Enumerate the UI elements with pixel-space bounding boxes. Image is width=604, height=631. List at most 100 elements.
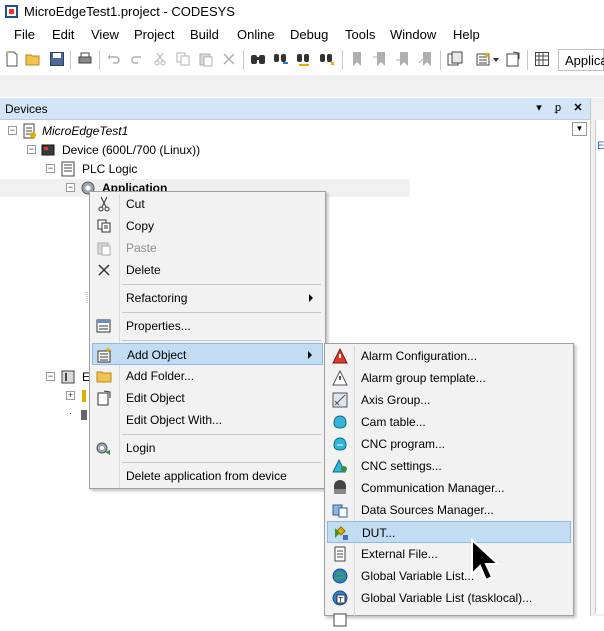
find-icon[interactable] xyxy=(250,51,266,67)
properties-icon[interactable] xyxy=(505,51,521,67)
submenu-item-cnc-settings[interactable]: CNC settings... xyxy=(327,455,571,477)
undo-icon[interactable] xyxy=(106,51,122,67)
bookmark-clear-icon[interactable] xyxy=(418,51,434,67)
find-replace-icon[interactable] xyxy=(273,51,289,67)
external-file-icon xyxy=(334,546,346,562)
application-combo[interactable]: Applica xyxy=(558,49,604,71)
tree-dropdown-icon[interactable]: ▼ xyxy=(572,122,587,136)
bookmark-prev-icon[interactable] xyxy=(395,51,411,67)
tree-item-partial-child[interactable]: + xyxy=(0,387,90,405)
submenu-item-axis-group[interactable]: Axis Group... xyxy=(327,389,571,411)
project-icon[interactable] xyxy=(447,51,463,67)
menu-item-add-object[interactable]: Add Object xyxy=(92,343,323,365)
tree-label-device: Device (600L/700 (Linux)) xyxy=(62,143,201,157)
dropdown-icon[interactable]: ▾ xyxy=(532,101,546,115)
edit-object-icon xyxy=(97,390,111,406)
close-icon[interactable]: ✕ xyxy=(571,101,585,115)
collapse-icon[interactable]: − xyxy=(27,145,36,154)
cut-icon[interactable] xyxy=(152,51,168,67)
menu-item-delete-application[interactable]: Delete application from device xyxy=(92,465,323,487)
window-title: MicroEdgeTest1.project - CODESYS xyxy=(24,4,235,19)
replace-icon[interactable] xyxy=(296,51,312,67)
menu-view[interactable]: View xyxy=(91,27,119,42)
menu-item-copy[interactable]: Copy xyxy=(92,215,323,237)
submenu-item-dut[interactable]: DUT... xyxy=(327,521,571,543)
add-object-submenu: Alarm Configuration... Alarm group templ… xyxy=(324,343,574,627)
chevron-down-icon[interactable] xyxy=(493,58,499,62)
tree-connector: · xyxy=(69,408,72,418)
dut-icon xyxy=(335,526,348,540)
copy-icon[interactable] xyxy=(175,51,191,67)
submenu-item-cam-table[interactable]: Cam table... xyxy=(327,411,571,433)
collapse-icon[interactable]: − xyxy=(46,164,55,173)
save-icon[interactable] xyxy=(49,51,65,67)
menu-item-cut[interactable]: Cut xyxy=(92,193,323,215)
tree-item-partial[interactable]: − E xyxy=(0,368,95,386)
tree-item-plc-logic[interactable]: − PLC Logic xyxy=(0,160,300,178)
menu-build[interactable]: Build xyxy=(190,27,219,42)
submenu-item-cut-off[interactable] xyxy=(327,609,571,631)
submenu-item-global-variable-list[interactable]: Global Variable List... xyxy=(327,565,571,587)
replace-all-icon[interactable] xyxy=(319,51,335,67)
expand-icon[interactable]: + xyxy=(66,391,75,400)
redo-icon[interactable] xyxy=(129,51,145,67)
menu-label: Delete xyxy=(126,263,161,277)
submenu-item-external-file[interactable]: External File... xyxy=(327,543,571,565)
menu-item-login[interactable]: Login xyxy=(92,437,323,459)
menu-file[interactable]: File xyxy=(14,27,35,42)
menu-item-refactoring[interactable]: Refactoring xyxy=(92,287,323,309)
global-variable-list-tasklocal-icon: T xyxy=(332,590,348,606)
menu-debug[interactable]: Debug xyxy=(290,27,328,42)
tree-item-device[interactable]: − Device (600L/700 (Linux)) xyxy=(0,141,300,159)
submenu-item-global-variable-list-tasklocal[interactable]: T Global Variable List (tasklocal)... xyxy=(327,587,571,609)
menu-label: Global Variable List... xyxy=(361,569,475,583)
menu-label: Axis Group... xyxy=(361,393,431,407)
bookmark-next-icon[interactable] xyxy=(372,51,388,67)
add-object-icon[interactable] xyxy=(476,51,492,67)
submenu-item-data-sources-manager[interactable]: Data Sources Manager... xyxy=(327,499,571,521)
menu-online[interactable]: Online xyxy=(237,27,275,42)
tree-item-partial-child[interactable]: · xyxy=(0,406,90,424)
menu-tools[interactable]: Tools xyxy=(345,27,375,42)
new-file-icon[interactable] xyxy=(4,51,20,67)
menu-item-paste[interactable]: Paste xyxy=(92,237,323,259)
menu-help[interactable]: Help xyxy=(453,27,480,42)
menu-label: Delete application from device xyxy=(126,469,287,483)
print-icon[interactable] xyxy=(77,51,93,67)
submenu-item-communication-manager[interactable]: Communication Manager... xyxy=(327,477,571,499)
menu-window[interactable]: Window xyxy=(390,27,436,42)
menu-item-delete[interactable]: Delete xyxy=(92,259,323,281)
collapse-icon[interactable]: − xyxy=(66,183,75,192)
menu-label: Copy xyxy=(126,219,155,233)
folder-icon xyxy=(96,371,112,383)
open-folder-icon[interactable] xyxy=(25,51,41,67)
menu-item-edit-object[interactable]: Edit Object xyxy=(92,387,323,409)
communication-manager-icon xyxy=(334,480,346,494)
submenu-item-cnc-program[interactable]: CNC program... xyxy=(327,433,571,455)
grid-icon[interactable] xyxy=(534,51,550,67)
menu-separator xyxy=(122,434,321,435)
submenu-item-alarm-group-template[interactable]: Alarm group template... xyxy=(327,367,571,389)
properties-icon xyxy=(96,319,111,333)
paste-icon[interactable] xyxy=(198,51,214,67)
toolbar-separator xyxy=(99,50,100,70)
menu-item-properties[interactable]: Properties... xyxy=(92,315,323,337)
menu-project[interactable]: Project xyxy=(134,27,174,42)
collapse-icon[interactable]: − xyxy=(46,372,55,381)
menu-item-edit-object-with[interactable]: Edit Object With... xyxy=(92,409,323,431)
submenu-item-alarm-configuration[interactable]: Alarm Configuration... xyxy=(327,345,571,367)
toolbar: Applica xyxy=(0,45,604,75)
menu-item-add-folder[interactable]: Add Folder... xyxy=(92,365,323,387)
plc-logic-icon xyxy=(61,161,75,177)
menu-separator xyxy=(122,340,321,341)
menu-label: Global Variable List (tasklocal)... xyxy=(361,591,533,605)
tree-item-project[interactable]: − MicroEdgeTest1 xyxy=(0,122,300,140)
pin-icon[interactable]: ᵱ xyxy=(551,101,565,115)
menu-edit[interactable]: Edit xyxy=(52,27,74,42)
collapse-icon[interactable]: − xyxy=(8,126,17,135)
bookmark-icon[interactable] xyxy=(349,51,365,67)
menu-label: Paste xyxy=(126,241,157,255)
menu-label: Add Folder... xyxy=(126,369,195,383)
menu-label: CNC program... xyxy=(361,437,446,451)
delete-icon[interactable] xyxy=(221,51,237,67)
